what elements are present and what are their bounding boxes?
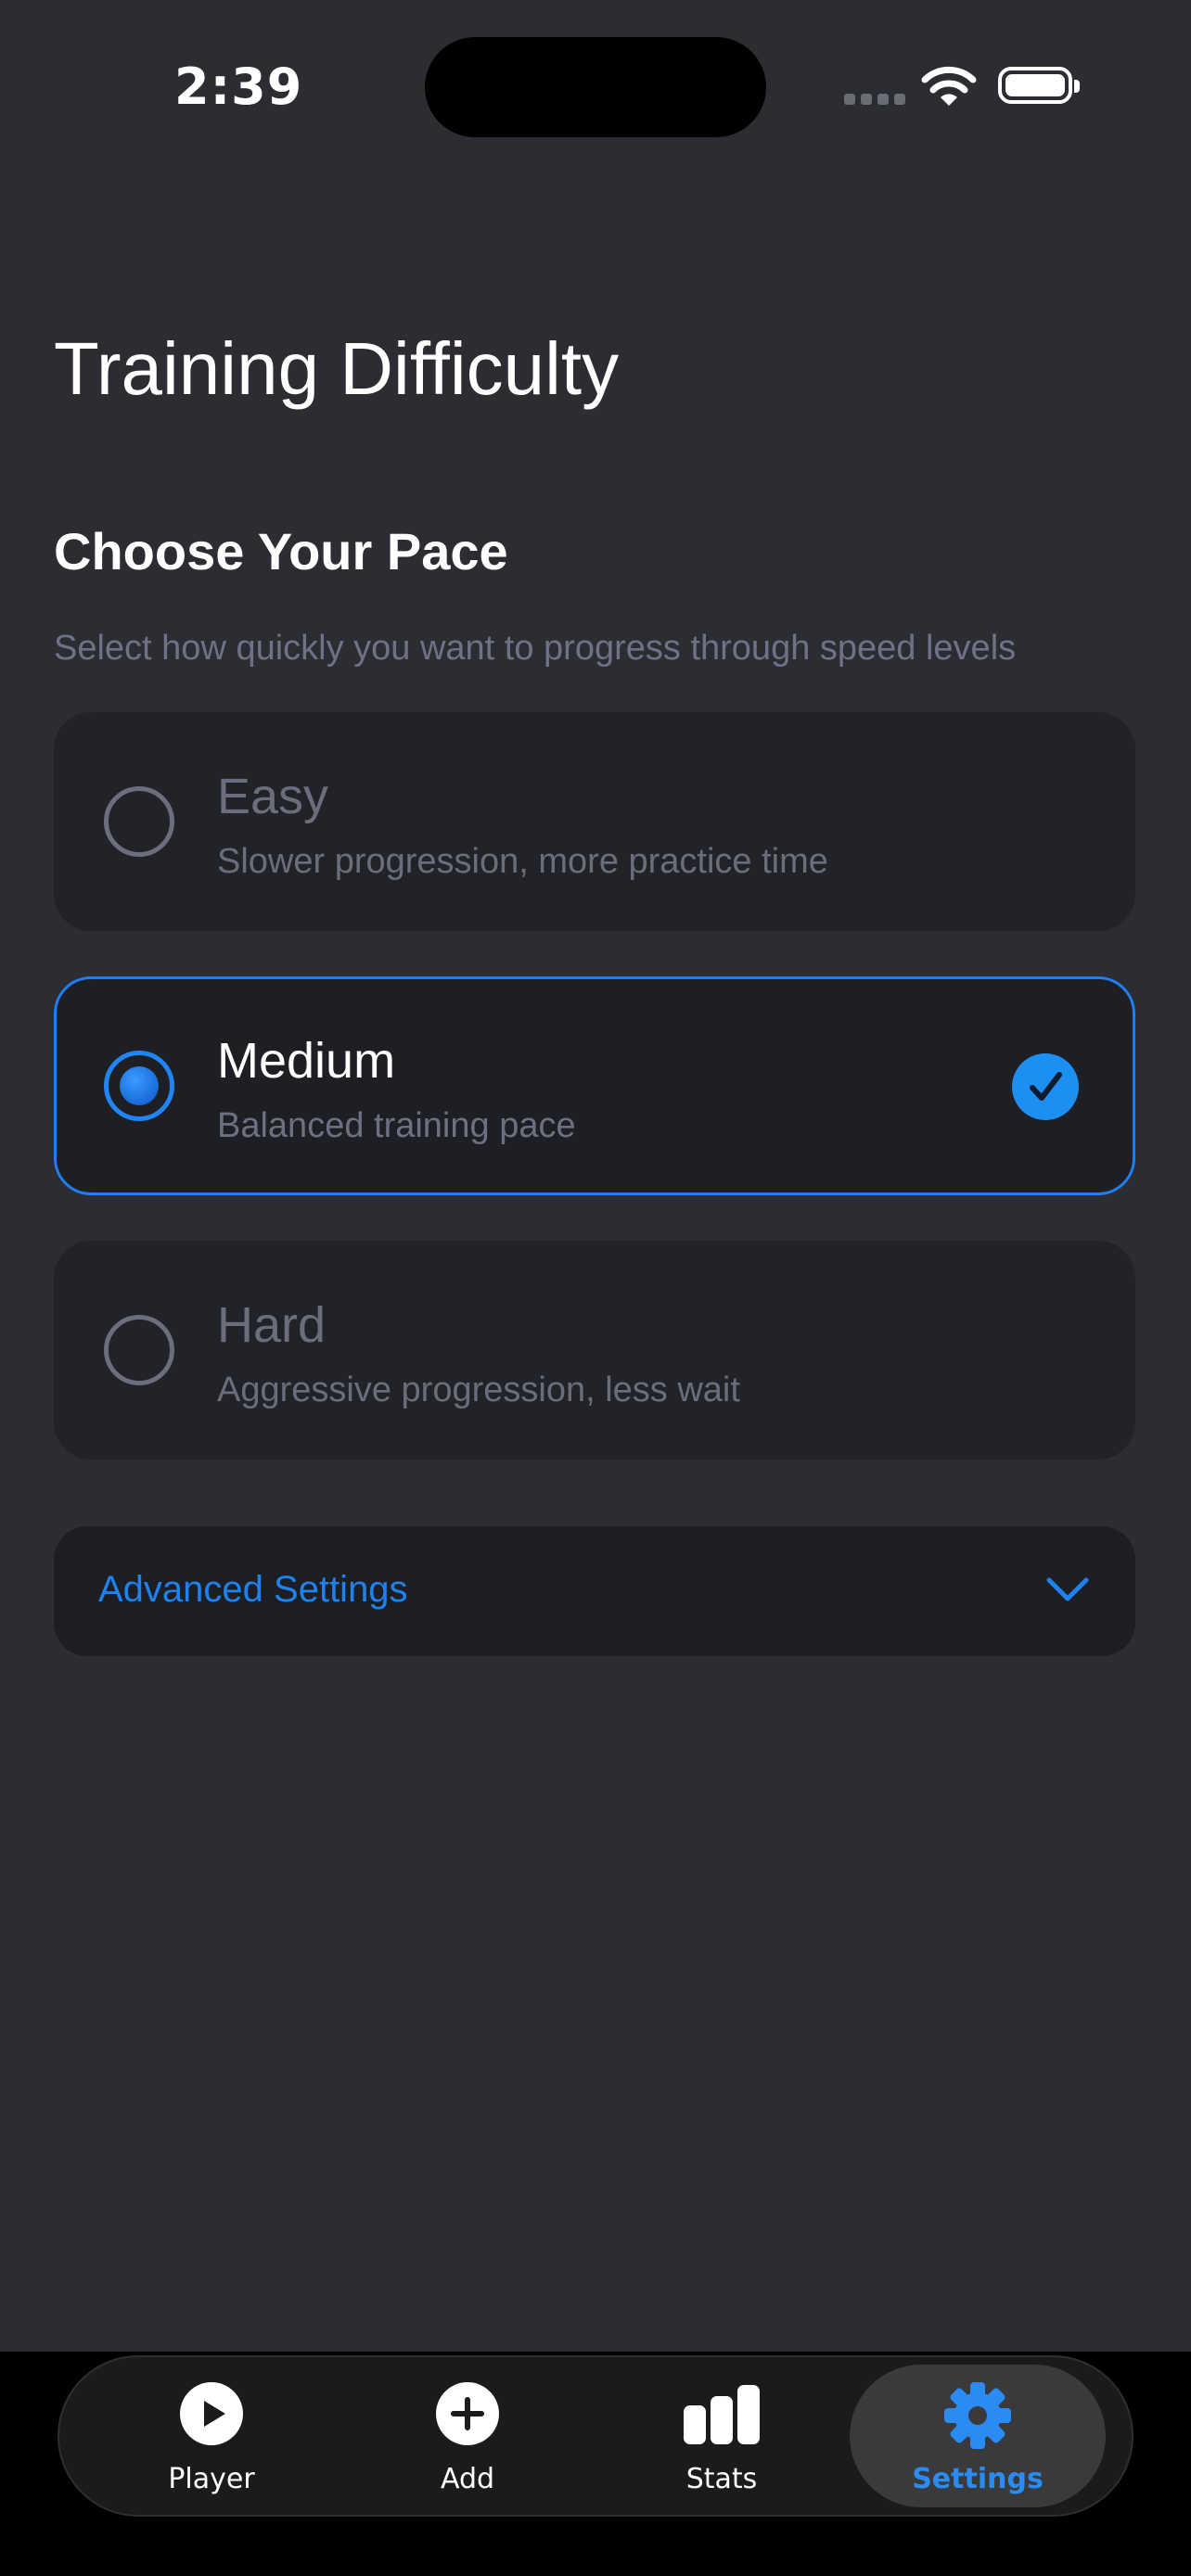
gear-icon <box>944 2382 1011 2449</box>
advanced-settings-label: Advanced Settings <box>98 1569 408 1610</box>
option-description: Balanced training pace <box>217 1106 576 1145</box>
cellular-signal-icon <box>844 93 911 109</box>
difficulty-option-hard[interactable]: Hard Aggressive progression, less wait <box>54 1241 1135 1460</box>
section-title: Choose Your Pace <box>54 522 508 580</box>
option-label: Easy <box>217 769 329 824</box>
difficulty-option-medium[interactable]: Medium Balanced training pace <box>54 976 1135 1195</box>
chevron-down-icon <box>1046 1577 1089 1601</box>
checkmark-icon <box>1012 1053 1079 1120</box>
tab-player[interactable]: Player <box>83 2365 339 2507</box>
difficulty-option-easy[interactable]: Easy Slower progression, more practice t… <box>54 712 1135 931</box>
tab-stats[interactable]: Stats <box>594 2365 850 2507</box>
radio-selected-icon[interactable] <box>104 1051 174 1121</box>
option-description: Aggressive progression, less wait <box>217 1371 740 1409</box>
tab-settings[interactable]: Settings <box>850 2365 1106 2507</box>
radio-unselected-icon[interactable] <box>104 786 174 857</box>
battery-icon <box>998 67 1080 104</box>
option-label: Hard <box>217 1297 327 1353</box>
play-icon <box>180 2382 243 2445</box>
tab-label: Player <box>168 2463 255 2495</box>
tab-add[interactable]: Add <box>339 2365 596 2507</box>
dynamic-island <box>425 37 766 137</box>
status-time: 2:39 <box>174 57 303 116</box>
section-subtitle: Select how quickly you want to progress … <box>54 629 1017 668</box>
option-label: Medium <box>217 1033 396 1089</box>
tab-label: Stats <box>685 2463 758 2495</box>
tab-label: Add <box>440 2463 495 2495</box>
status-bar: 2:39 <box>0 0 1191 176</box>
wifi-icon <box>921 66 977 106</box>
plus-icon <box>436 2382 499 2445</box>
tab-label: Settings <box>912 2463 1044 2495</box>
radio-unselected-icon[interactable] <box>104 1315 174 1385</box>
page-title: Training Difficulty <box>54 327 620 410</box>
option-description: Slower progression, more practice time <box>217 842 828 881</box>
advanced-settings-toggle[interactable]: Advanced Settings <box>54 1526 1135 1656</box>
bar-chart-icon <box>684 2385 760 2444</box>
